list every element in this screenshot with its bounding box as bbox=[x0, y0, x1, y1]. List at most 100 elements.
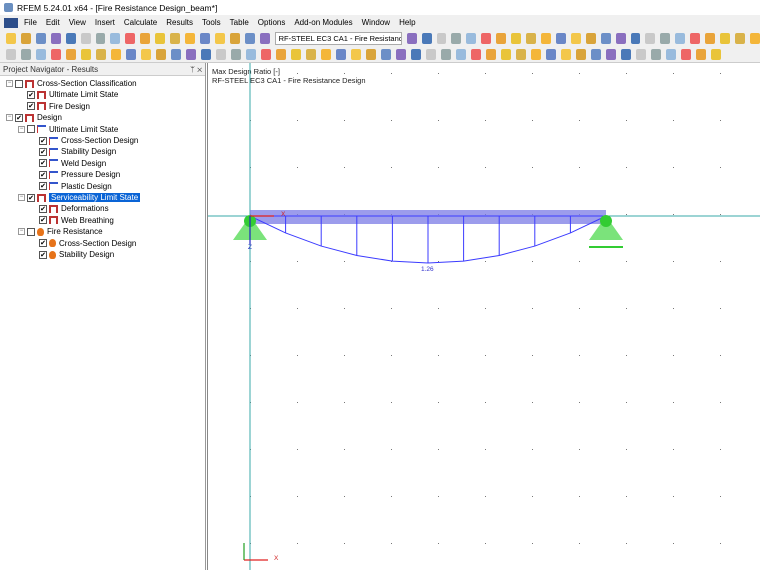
menu-tools[interactable]: Tools bbox=[202, 18, 221, 27]
toolbar-button-icon[interactable] bbox=[216, 49, 226, 60]
toolbar-button-icon[interactable] bbox=[546, 49, 556, 60]
toolbar-button-icon[interactable] bbox=[36, 33, 46, 44]
tree-item[interactable]: ✔Plastic Design bbox=[39, 181, 112, 192]
toolbar-button-icon[interactable] bbox=[351, 49, 361, 60]
menu-edit[interactable]: Edit bbox=[46, 18, 60, 27]
model-canvas[interactable] bbox=[208, 63, 760, 570]
menu-insert[interactable]: Insert bbox=[95, 18, 115, 27]
toolbar-button-icon[interactable] bbox=[171, 49, 181, 60]
tree-checkbox[interactable]: ✔ bbox=[39, 137, 47, 145]
toolbar-button-icon[interactable] bbox=[336, 49, 346, 60]
toolbar-button-icon[interactable] bbox=[155, 33, 165, 44]
toolbar-button-icon[interactable] bbox=[422, 33, 432, 44]
toolbar-button-icon[interactable] bbox=[561, 49, 571, 60]
toolbar-button-icon[interactable] bbox=[245, 33, 255, 44]
tree-item[interactable]: −Cross-Section Classification bbox=[6, 78, 137, 89]
toolbar-button-icon[interactable] bbox=[201, 49, 211, 60]
toolbar-button-icon[interactable] bbox=[666, 49, 676, 60]
tree-item[interactable]: ✔Fire Design bbox=[27, 101, 90, 112]
tree-checkbox[interactable]: ✔ bbox=[39, 148, 47, 156]
toolbar-button-icon[interactable] bbox=[125, 33, 135, 44]
tree-item[interactable]: ✔Cross-Section Design bbox=[39, 238, 136, 249]
toolbar-button-icon[interactable] bbox=[645, 33, 655, 44]
toolbar-button-icon[interactable] bbox=[496, 33, 506, 44]
toolbar-button-icon[interactable] bbox=[276, 49, 286, 60]
toolbar-button-icon[interactable] bbox=[246, 49, 256, 60]
toolbar-button-icon[interactable] bbox=[66, 33, 76, 44]
menu-view[interactable]: View bbox=[69, 18, 86, 27]
toolbar-button-icon[interactable] bbox=[606, 49, 616, 60]
toolbar-button-icon[interactable] bbox=[616, 33, 626, 44]
tree-checkbox[interactable] bbox=[27, 228, 35, 236]
toolbar-button-icon[interactable] bbox=[631, 33, 641, 44]
tree-checkbox[interactable]: ✔ bbox=[27, 102, 35, 110]
toolbar-button-icon[interactable] bbox=[215, 33, 225, 44]
toolbar-button-icon[interactable] bbox=[501, 49, 511, 60]
menu-options[interactable]: Options bbox=[258, 18, 286, 27]
toolbar-button-icon[interactable] bbox=[261, 49, 271, 60]
tree-checkbox[interactable]: ✔ bbox=[39, 171, 47, 179]
tree-item[interactable]: ✔Stability Design bbox=[39, 146, 116, 157]
collapse-icon[interactable]: − bbox=[18, 194, 25, 201]
app-logo-icon[interactable] bbox=[4, 18, 18, 28]
toolbar-button-icon[interactable] bbox=[6, 33, 16, 44]
tree-checkbox[interactable] bbox=[27, 125, 35, 133]
tree-item[interactable]: ✔Cross-Section Design bbox=[39, 135, 138, 146]
tree-item[interactable]: −✔Design bbox=[6, 112, 62, 123]
toolbar-button-icon[interactable] bbox=[621, 49, 631, 60]
toolbar-button-icon[interactable] bbox=[6, 49, 16, 60]
toolbar-button-icon[interactable] bbox=[96, 33, 106, 44]
toolbar-button-icon[interactable] bbox=[200, 33, 210, 44]
tree-checkbox[interactable]: ✔ bbox=[27, 194, 35, 202]
tree-checkbox[interactable]: ✔ bbox=[15, 114, 23, 122]
collapse-icon[interactable]: − bbox=[6, 80, 13, 87]
tree-item[interactable]: −Fire Resistance bbox=[18, 226, 103, 237]
toolbar-button-icon[interactable] bbox=[185, 33, 195, 44]
toolbar-button-icon[interactable] bbox=[66, 49, 76, 60]
toolbar-button-icon[interactable] bbox=[407, 33, 417, 44]
toolbar-button-icon[interactable] bbox=[396, 49, 406, 60]
toolbar-button-icon[interactable] bbox=[291, 49, 301, 60]
toolbar-button-icon[interactable] bbox=[660, 33, 670, 44]
toolbar-button-icon[interactable] bbox=[321, 49, 331, 60]
toolbar-button-icon[interactable] bbox=[516, 49, 526, 60]
toolbar-button-icon[interactable] bbox=[36, 49, 46, 60]
toolbar-button-icon[interactable] bbox=[186, 49, 196, 60]
tree-item[interactable]: −✔Serviceability Limit State bbox=[18, 192, 140, 203]
tree-checkbox[interactable] bbox=[15, 80, 23, 88]
tree-checkbox[interactable]: ✔ bbox=[39, 205, 47, 213]
toolbar-button-icon[interactable] bbox=[681, 49, 691, 60]
toolbar-button-icon[interactable] bbox=[720, 33, 730, 44]
toolbar-button-icon[interactable] bbox=[690, 33, 700, 44]
toolbar-button-icon[interactable] bbox=[696, 49, 706, 60]
toolbar-button-icon[interactable] bbox=[511, 33, 521, 44]
toolbar-button-icon[interactable] bbox=[81, 33, 91, 44]
menu-help[interactable]: Help bbox=[399, 18, 415, 27]
tree-checkbox[interactable]: ✔ bbox=[39, 239, 47, 247]
pin-icon[interactable]: ᛘ bbox=[190, 65, 195, 74]
collapse-icon[interactable]: − bbox=[18, 126, 25, 133]
toolbar-button-icon[interactable] bbox=[156, 49, 166, 60]
toolbar-button-icon[interactable] bbox=[381, 49, 391, 60]
tree-checkbox[interactable]: ✔ bbox=[39, 182, 47, 190]
toolbar-button-icon[interactable] bbox=[141, 49, 151, 60]
toolbar-button-icon[interactable] bbox=[711, 49, 721, 60]
toolbar-button-icon[interactable] bbox=[21, 33, 31, 44]
tree-item[interactable]: ✔Stability Design bbox=[39, 249, 114, 260]
model-view[interactable]: Max Design Ratio [-] RF-STEEL EC3 CA1 - … bbox=[207, 63, 760, 570]
toolbar-button-icon[interactable] bbox=[170, 33, 180, 44]
collapse-icon[interactable]: − bbox=[18, 228, 25, 235]
toolbar-button-icon[interactable] bbox=[437, 33, 447, 44]
toolbar-button-icon[interactable] bbox=[126, 49, 136, 60]
toolbar-button-icon[interactable] bbox=[556, 33, 566, 44]
toolbar-button-icon[interactable] bbox=[21, 49, 31, 60]
toolbar-button-icon[interactable] bbox=[705, 33, 715, 44]
toolbar-button-icon[interactable] bbox=[576, 49, 586, 60]
toolbar-button-icon[interactable] bbox=[591, 49, 601, 60]
tree-item[interactable]: ✔Ultimate Limit State bbox=[27, 89, 118, 100]
toolbar-button-icon[interactable] bbox=[651, 49, 661, 60]
toolbar-button-icon[interactable] bbox=[231, 49, 241, 60]
toolbar-button-icon[interactable] bbox=[306, 49, 316, 60]
tree-item[interactable]: −Ultimate Limit State bbox=[18, 124, 118, 135]
tree-item[interactable]: ✔Deformations bbox=[39, 203, 109, 214]
